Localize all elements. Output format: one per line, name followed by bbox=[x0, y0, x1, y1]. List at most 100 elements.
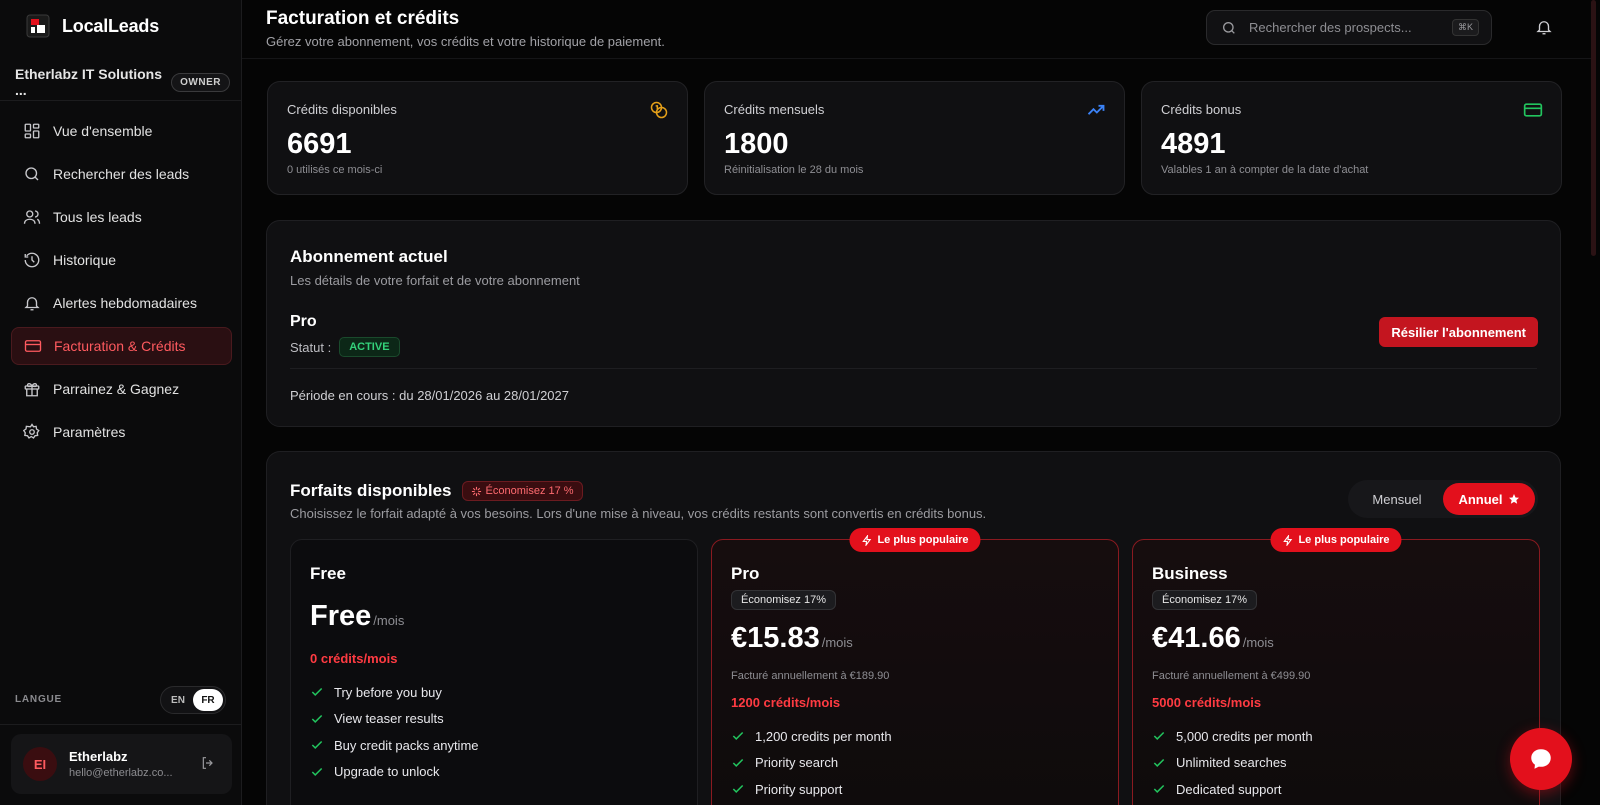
check-icon bbox=[1153, 785, 1165, 794]
sidebar-item-label: Historique bbox=[53, 252, 117, 268]
user-email: hello@etherlabz.co... bbox=[69, 767, 173, 779]
sidebar-item-weekly-alerts[interactable]: Alertes hebdomadaires bbox=[11, 284, 232, 322]
feature-label: View teaser results bbox=[334, 711, 444, 727]
status-row: Statut : ACTIVE bbox=[290, 337, 400, 357]
sidebar-item-label: Facturation & Crédits bbox=[54, 338, 186, 354]
card-icon bbox=[1523, 103, 1543, 117]
language-label: LANGUE bbox=[15, 694, 63, 705]
sidebar-item-label: Rechercher des leads bbox=[53, 166, 190, 182]
sidebar-item-referral[interactable]: Parrainez & Gagnez bbox=[11, 370, 232, 408]
stat-card-bonus-credits: Crédits bonus 4891 Valables 1 an à compt… bbox=[1141, 81, 1562, 195]
sidebar-item-label: Paramètres bbox=[53, 424, 126, 440]
gift-icon bbox=[24, 382, 40, 397]
sidebar-item-label: Tous les leads bbox=[53, 209, 142, 225]
feature-item: 5,000 credits per month bbox=[1152, 723, 1313, 750]
feature-item: Priority support bbox=[731, 776, 892, 803]
language-toggle: EN FR bbox=[160, 686, 226, 714]
sidebar-item-label: Vue d'ensemble bbox=[53, 123, 153, 139]
credit-card-icon bbox=[24, 340, 42, 352]
plan-card-pro[interactable]: Le plus populaire Pro Économisez 17% €15… bbox=[711, 528, 1119, 805]
sidebar-item-label: Parrainez & Gagnez bbox=[53, 381, 180, 397]
available-plans-panel: Forfaits disponibles Économisez 17 % Cho… bbox=[266, 451, 1561, 805]
shortcut-hint: ⌘K bbox=[1451, 19, 1479, 36]
org-name: Etherlabz IT Solutions ... bbox=[15, 66, 163, 98]
org-switcher[interactable]: Etherlabz IT Solutions ... OWNER bbox=[15, 66, 230, 98]
stat-value: 6691 bbox=[287, 128, 352, 160]
user-name: Etherlabz bbox=[69, 749, 128, 764]
check-icon bbox=[311, 688, 323, 697]
billing-period: Période en cours : du 28/01/2026 au 28/0… bbox=[290, 388, 569, 403]
notification-bell-icon[interactable] bbox=[1535, 18, 1553, 36]
coins-icon bbox=[650, 101, 668, 119]
sidebar-item-label: Alertes hebdomadaires bbox=[53, 295, 197, 311]
section-title: Abonnement actuel bbox=[290, 247, 448, 266]
plan-price-unit: /mois bbox=[373, 613, 405, 628]
check-icon bbox=[311, 714, 323, 723]
plan-credits: 5000 crédits/mois bbox=[1152, 695, 1262, 710]
plan-features: Try before you buy View teaser results B… bbox=[310, 679, 479, 785]
sidebar: LocalLeads Etherlabz IT Solutions ... OW… bbox=[0, 0, 242, 805]
logout-icon[interactable] bbox=[200, 755, 216, 771]
language-option-fr[interactable]: FR bbox=[193, 689, 223, 711]
section-description: Choisissez le forfait adapté à vos besoi… bbox=[290, 506, 987, 521]
plan-credits: 0 crédits/mois bbox=[310, 651, 398, 666]
popular-badge-label: Le plus populaire bbox=[1298, 534, 1390, 546]
feature-label: Priority search bbox=[755, 755, 839, 771]
sidebar-item-all-leads[interactable]: Tous les leads bbox=[11, 198, 232, 236]
section-divider bbox=[290, 368, 1537, 369]
popular-badge: Le plus populaire bbox=[1270, 528, 1402, 552]
user-card[interactable]: EI Etherlabz hello@etherlabz.co... bbox=[11, 734, 232, 794]
zap-icon bbox=[1283, 534, 1293, 546]
savings-chip: Économisez 17 % bbox=[461, 481, 583, 501]
plan-savings-badge: Économisez 17% bbox=[731, 590, 836, 610]
sidebar-item-overview[interactable]: Vue d'ensemble bbox=[11, 112, 232, 150]
plan-card-business[interactable]: Le plus populaire Business Économisez 17… bbox=[1132, 528, 1540, 805]
sidebar-item-billing[interactable]: Facturation & Crédits bbox=[11, 327, 232, 365]
plan-name: Business bbox=[1152, 564, 1228, 583]
feature-item: Upgrade to unlock bbox=[310, 759, 479, 786]
popular-badge: Le plus populaire bbox=[849, 528, 981, 552]
popular-badge-label: Le plus populaire bbox=[877, 534, 969, 546]
feature-label: 1,200 credits per month bbox=[755, 728, 892, 744]
billing-option-annual[interactable]: Annuel bbox=[1443, 483, 1535, 515]
cancel-subscription-button[interactable]: Résilier l'abonnement bbox=[1379, 317, 1538, 347]
stat-value: 4891 bbox=[1161, 128, 1226, 160]
plan-price: €15.83 /mois bbox=[731, 622, 853, 655]
feature-item: Unlimited searches bbox=[1152, 750, 1313, 777]
sidebar-item-search-leads[interactable]: Rechercher des leads bbox=[11, 155, 232, 193]
stat-card-monthly-credits: Crédits mensuels 1800 Réinitialisation l… bbox=[704, 81, 1125, 195]
stat-value: 1800 bbox=[724, 128, 789, 160]
check-icon bbox=[732, 785, 744, 794]
role-badge: OWNER bbox=[171, 72, 230, 92]
billing-option-monthly[interactable]: Mensuel bbox=[1351, 483, 1443, 515]
sidebar-item-history[interactable]: Historique bbox=[11, 241, 232, 279]
gear-icon bbox=[23, 423, 40, 439]
feature-item: Try before you buy bbox=[310, 679, 479, 706]
page-scrollbar[interactable] bbox=[1591, 0, 1596, 256]
feature-item: Buy credit packs anytime bbox=[310, 732, 479, 759]
plan-features: 5,000 credits per month Unlimited search… bbox=[1152, 723, 1313, 803]
search-input[interactable]: Rechercher des prospects... ⌘K bbox=[1206, 10, 1492, 45]
sidebar-item-settings[interactable]: Paramètres bbox=[11, 413, 232, 451]
plan-price: €41.66 /mois bbox=[1152, 622, 1274, 655]
plan-features: 1,200 credits per month Priority search … bbox=[731, 723, 892, 803]
sidebar-divider bbox=[0, 100, 242, 101]
check-icon bbox=[1153, 732, 1165, 741]
stat-note: Valables 1 an à compter de la date d'ach… bbox=[1161, 164, 1369, 176]
history-icon bbox=[24, 252, 40, 268]
plan-name: Pro bbox=[731, 564, 760, 583]
language-option-en[interactable]: EN bbox=[163, 689, 193, 711]
chat-bubble-icon bbox=[1531, 749, 1551, 769]
page-subtitle: Gérez votre abonnement, vos crédits et v… bbox=[266, 34, 665, 49]
feature-label: Unlimited searches bbox=[1176, 755, 1287, 771]
feature-item: Dedicated support bbox=[1152, 776, 1313, 803]
status-label: Statut : bbox=[290, 339, 332, 355]
app-name: LocalLeads bbox=[62, 15, 160, 36]
check-icon bbox=[311, 741, 323, 750]
chat-launcher-button[interactable] bbox=[1510, 728, 1572, 790]
logo-icon bbox=[26, 14, 50, 38]
feature-label: Priority support bbox=[755, 781, 843, 797]
avatar: EI bbox=[23, 747, 57, 781]
plan-credits: 1200 crédits/mois bbox=[731, 695, 841, 710]
app-logo[interactable]: LocalLeads bbox=[26, 14, 159, 38]
